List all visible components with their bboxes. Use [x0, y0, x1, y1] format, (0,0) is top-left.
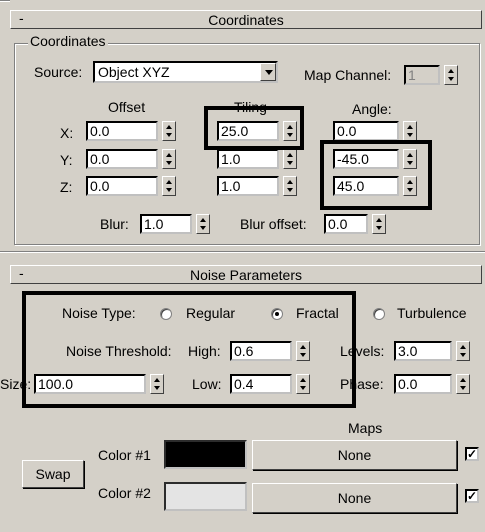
noise-settings-highlight-frame [22, 291, 356, 408]
tiling-x-highlight-frame [204, 106, 304, 150]
map-channel-field[interactable]: 1 [404, 65, 440, 85]
spinner-arrows-icon[interactable] [444, 65, 458, 85]
blur-offset-field[interactable]: 0.0 [324, 214, 368, 234]
levels-field[interactable]: 3.0 [394, 341, 452, 361]
turbulence-label[interactable]: Turbulence [397, 305, 467, 321]
blur-offset-label: Blur offset: [240, 216, 307, 232]
angle-yz-highlight-frame [320, 140, 432, 210]
rollout-divider [0, 0, 10, 2]
map-channel-spinner[interactable]: 1 [404, 65, 458, 85]
spinner-arrows-icon[interactable] [162, 121, 176, 141]
spinner-arrows-icon[interactable] [372, 214, 386, 234]
spinner-arrows-icon[interactable] [456, 374, 470, 394]
blur-label: Blur: [100, 216, 129, 232]
coordinates-rollout-header[interactable]: - Coordinates [10, 10, 482, 29]
tiling-z-field[interactable]: 1.0 [217, 176, 279, 196]
noise-rollout-header[interactable]: - Noise Parameters [10, 265, 482, 284]
offset-y-field[interactable]: 0.0 [86, 149, 158, 169]
map2-enable-checkbox[interactable]: ✓ [465, 489, 479, 503]
source-value: Object XYZ [98, 64, 170, 80]
noise-rollout-title: Noise Parameters [189, 267, 303, 283]
coordinates-rollout-title: Coordinates [208, 12, 284, 28]
dropdown-arrow-icon[interactable] [260, 63, 276, 81]
source-dropdown[interactable]: Object XYZ [93, 61, 278, 83]
source-label: Source: [34, 64, 83, 80]
blur-offset-spinner[interactable]: 0.0 [324, 214, 386, 234]
color2-swatch[interactable] [164, 482, 247, 511]
offset-z-spinner[interactable]: 0.0 [86, 176, 176, 196]
angle-x-field[interactable]: 0.0 [333, 121, 399, 141]
map1-enable-checkbox[interactable]: ✓ [465, 447, 479, 461]
color2-label: Color #2 [98, 485, 151, 501]
maps-label: Maps [348, 420, 383, 436]
spinner-arrows-icon[interactable] [162, 176, 176, 196]
phase-field[interactable]: 0.0 [394, 374, 452, 394]
spinner-arrows-icon[interactable] [196, 214, 210, 234]
coordinates-group-label: Coordinates [28, 33, 108, 49]
checkmark-icon: ✓ [467, 447, 478, 461]
swap-button[interactable]: Swap [22, 460, 84, 488]
offset-column-label: Offset [108, 99, 146, 115]
offset-y-spinner[interactable]: 0.0 [86, 149, 176, 169]
tiling-z-spinner[interactable]: 1.0 [217, 176, 297, 196]
x-axis-label: X: [60, 125, 74, 141]
phase-spinner[interactable]: 0.0 [394, 374, 470, 394]
turbulence-radio[interactable] [373, 308, 385, 320]
color1-map-button[interactable]: None [252, 440, 457, 470]
color1-swatch[interactable] [164, 440, 247, 469]
y-axis-label: Y: [60, 152, 73, 168]
map-channel-label: Map Channel: [304, 67, 392, 83]
spinner-arrows-icon[interactable] [403, 121, 417, 141]
blur-field[interactable]: 1.0 [140, 214, 192, 234]
levels-spinner[interactable]: 3.0 [394, 341, 470, 361]
tiling-y-field[interactable]: 1.0 [217, 149, 279, 169]
rollout-divider [0, 251, 485, 253]
angle-column-label: Angle: [352, 101, 392, 117]
spinner-arrows-icon[interactable] [456, 341, 470, 361]
offset-x-field[interactable]: 0.0 [86, 121, 158, 141]
color1-label: Color #1 [98, 447, 151, 463]
spinner-arrows-icon[interactable] [283, 149, 297, 169]
offset-x-spinner[interactable]: 0.0 [86, 121, 176, 141]
checkmark-icon: ✓ [467, 489, 478, 503]
spinner-arrows-icon[interactable] [283, 176, 297, 196]
spinner-arrows-icon[interactable] [162, 149, 176, 169]
blur-spinner[interactable]: 1.0 [140, 214, 210, 234]
angle-x-spinner[interactable]: 0.0 [333, 121, 417, 141]
tiling-y-spinner[interactable]: 1.0 [217, 149, 297, 169]
z-axis-label: Z: [60, 179, 73, 195]
color2-map-button[interactable]: None [252, 483, 457, 513]
offset-z-field[interactable]: 0.0 [86, 176, 158, 196]
